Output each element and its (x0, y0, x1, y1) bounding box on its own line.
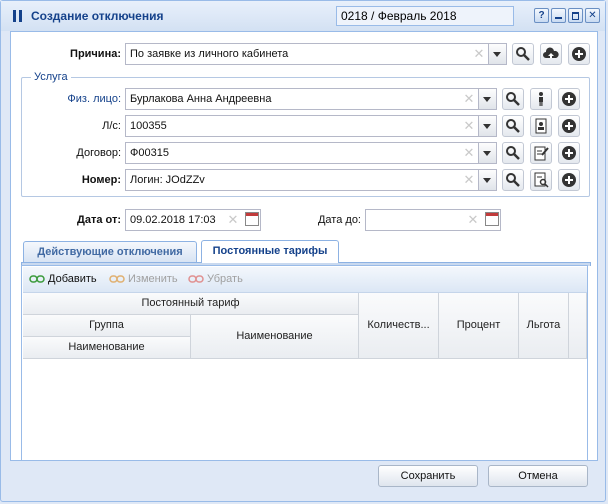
edit-button[interactable]: Изменить (128, 273, 178, 285)
person-combo[interactable]: Бурлакова Анна Андреевна ✕ (125, 88, 497, 110)
document-search-icon (534, 172, 549, 188)
calendar-icon[interactable] (485, 212, 499, 226)
contract-edit-button[interactable] (530, 142, 552, 164)
header-name[interactable]: Наименование (191, 315, 359, 359)
minimize-icon (555, 17, 562, 19)
account-value: 100355 (130, 120, 167, 132)
plus-circle-icon (562, 146, 576, 160)
search-icon (506, 173, 520, 187)
date-from-value: 09.02.2018 17:03 (130, 214, 216, 226)
number-combo[interactable]: Логин: JOdZZv ✕ (125, 169, 497, 191)
clear-icon[interactable]: ✕ (466, 213, 480, 227)
number-label: Номер: (81, 174, 121, 186)
reason-search-button[interactable] (512, 43, 534, 65)
date-from-label: Дата от: (76, 214, 121, 226)
title-bar[interactable]: Создание отключения 0218 / Февраль 2018 … (1, 1, 605, 31)
header-quantity[interactable]: Количеств... (359, 293, 439, 359)
dropdown-trigger[interactable] (478, 170, 496, 190)
date-to-field[interactable]: ✕ (365, 209, 501, 231)
tariffs-panel: Добавить Изменить Убрать Постоянный тари… (21, 265, 588, 461)
account-add-button[interactable] (558, 115, 580, 137)
clear-icon[interactable]: ✕ (462, 92, 476, 106)
dialog-window: Создание отключения 0218 / Февраль 2018 … (0, 0, 606, 502)
person-label[interactable]: Физ. лицо: (41, 93, 121, 105)
search-icon (506, 146, 520, 160)
clear-icon[interactable]: ✕ (472, 47, 486, 61)
search-icon (506, 119, 520, 133)
header-group-name[interactable]: Наименование (23, 337, 191, 359)
dropdown-trigger[interactable] (478, 143, 496, 163)
account-card-button[interactable] (530, 115, 552, 137)
search-icon (516, 47, 530, 61)
person-card-button[interactable] (530, 88, 552, 110)
minimize-button[interactable] (551, 8, 566, 23)
period-field: 0218 / Февраль 2018 (336, 6, 514, 26)
reason-upload-button[interactable] (540, 43, 562, 65)
close-button[interactable]: ✕ (585, 8, 600, 23)
help-button[interactable]: ? (534, 8, 549, 23)
add-button[interactable]: Добавить (48, 273, 97, 285)
grid-toolbar: Добавить Изменить Убрать (23, 267, 587, 293)
header-percent[interactable]: Процент (439, 293, 519, 359)
date-to-label: Дата до: (317, 214, 361, 226)
dropdown-trigger[interactable] (478, 89, 496, 109)
window-icon (13, 10, 23, 22)
reason-label: Причина: (70, 48, 121, 60)
contract-add-button[interactable] (558, 142, 580, 164)
clear-icon[interactable]: ✕ (462, 146, 476, 160)
cloud-upload-icon (543, 47, 559, 58)
clear-icon[interactable]: ✕ (226, 213, 240, 227)
header-benefit[interactable]: Льгота (519, 293, 569, 359)
header-group[interactable]: Группа (23, 315, 191, 337)
number-add-button[interactable] (558, 169, 580, 191)
reason-value: По заявке из личного кабинета (130, 48, 289, 60)
maximize-icon (572, 12, 579, 20)
reason-add-button[interactable] (568, 43, 590, 65)
clear-icon[interactable]: ✕ (462, 119, 476, 133)
close-icon: ✕ (588, 10, 597, 21)
account-combo[interactable]: 100355 ✕ (125, 115, 497, 137)
save-button[interactable]: Сохранить (378, 465, 478, 487)
number-search-button[interactable] (502, 169, 524, 191)
date-from-field[interactable]: 09.02.2018 17:03 ✕ (125, 209, 261, 231)
cancel-button[interactable]: Отмена (488, 465, 588, 487)
service-legend: Услуга (31, 71, 71, 83)
header-filler (569, 293, 587, 359)
tab-active-disconnections[interactable]: Действующие отключения (23, 241, 197, 263)
number-value: Логин: JOdZZv (130, 174, 205, 186)
person-search-button[interactable] (502, 88, 524, 110)
clear-icon[interactable]: ✕ (462, 173, 476, 187)
link-remove-icon (188, 275, 204, 283)
person-icon (539, 92, 543, 106)
tab-permanent-tariffs[interactable]: Постоянные тарифы (201, 240, 339, 263)
contract-value: Ф00315 (130, 147, 169, 159)
plus-circle-icon (562, 92, 576, 106)
maximize-button[interactable] (568, 8, 583, 23)
person-add-button[interactable] (558, 88, 580, 110)
account-card-icon (535, 118, 547, 134)
remove-button[interactable]: Убрать (207, 273, 243, 285)
plus-circle-icon (562, 119, 576, 133)
link-edit-icon (109, 275, 125, 283)
dropdown-trigger[interactable] (488, 44, 506, 64)
account-label: Л/с: (102, 120, 121, 132)
plus-circle-icon (572, 47, 586, 61)
contract-label: Договор: (76, 147, 121, 159)
header-permanent-tariff[interactable]: Постоянный тариф (23, 293, 359, 315)
search-icon (506, 92, 520, 106)
calendar-icon[interactable] (245, 212, 259, 226)
document-edit-icon (534, 146, 549, 161)
account-search-button[interactable] (502, 115, 524, 137)
number-doc-button[interactable] (530, 169, 552, 191)
window-title: Создание отключения (31, 9, 164, 23)
link-add-icon (29, 275, 45, 283)
dropdown-trigger[interactable] (478, 116, 496, 136)
contract-combo[interactable]: Ф00315 ✕ (125, 142, 497, 164)
person-value: Бурлакова Анна Андреевна (130, 93, 272, 105)
plus-circle-icon (562, 173, 576, 187)
contract-search-button[interactable] (502, 142, 524, 164)
reason-combo[interactable]: По заявке из личного кабинета ✕ (125, 43, 507, 65)
